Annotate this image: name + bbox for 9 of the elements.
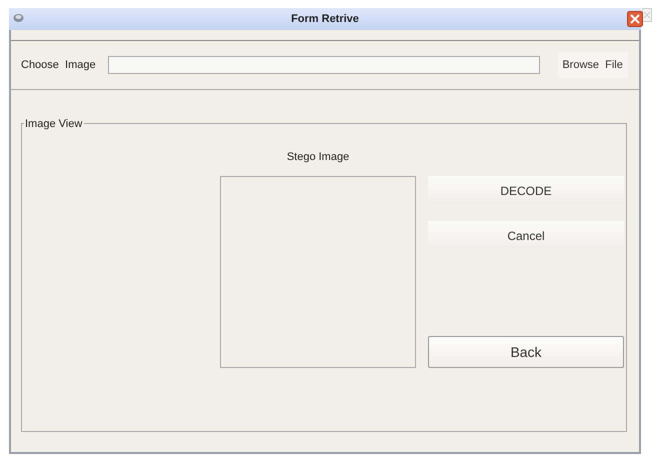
field-label: Choose Image bbox=[21, 58, 96, 73]
window-title: Form Retrive bbox=[291, 12, 359, 27]
browse-button[interactable]: Browse File bbox=[558, 52, 628, 78]
file-path-field[interactable] bbox=[108, 56, 540, 74]
close-icon[interactable] bbox=[627, 11, 643, 27]
image-label: Stego Image bbox=[286, 150, 350, 165]
action-button[interactable]: Back bbox=[428, 336, 624, 368]
app-icon bbox=[13, 13, 24, 23]
group-title: Image View bbox=[24, 116, 84, 132]
